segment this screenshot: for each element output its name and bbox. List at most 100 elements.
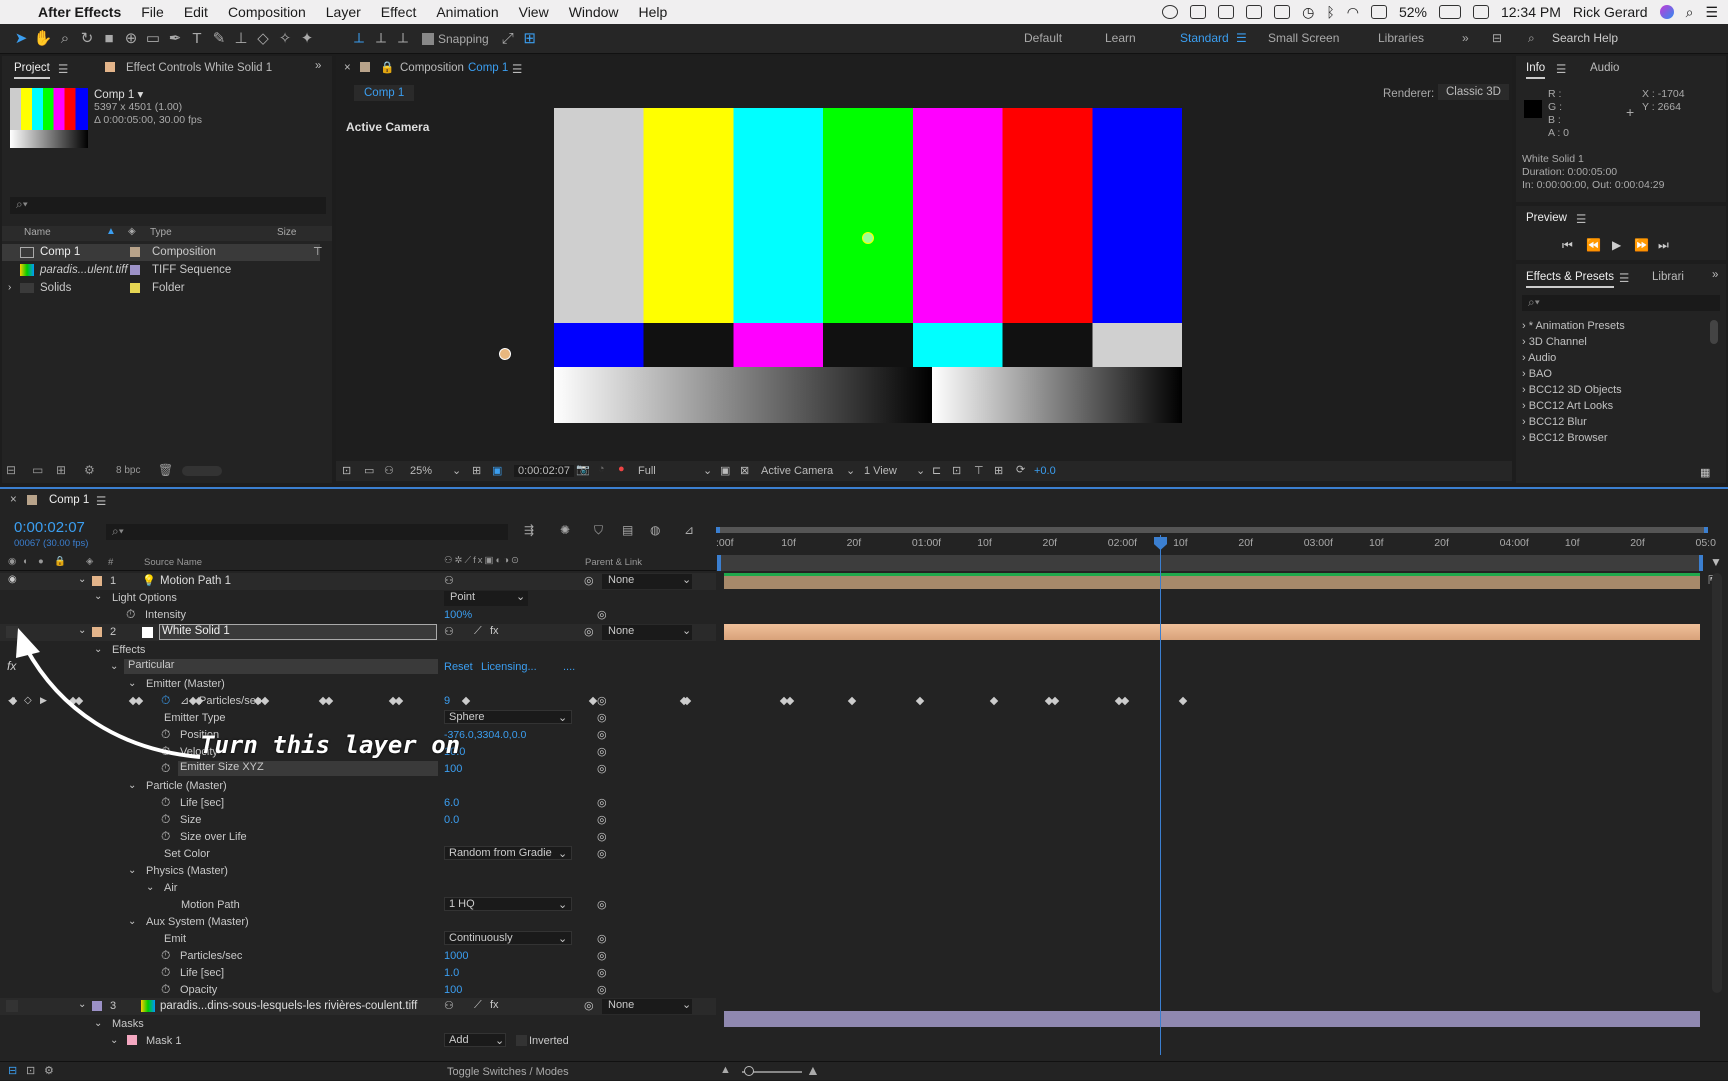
col-size[interactable]: Size xyxy=(277,227,296,238)
workspace-menu-icon[interactable]: ☰ xyxy=(1236,31,1247,45)
work-area-range[interactable] xyxy=(717,555,1703,571)
size-property[interactable]: ⏱ Size 0.0 ◎ xyxy=(0,811,716,828)
menu-edit[interactable]: Edit xyxy=(184,4,208,20)
adjust-settings-icon[interactable]: ⚙ xyxy=(84,463,95,477)
track-layer-3[interactable] xyxy=(724,1011,1700,1027)
intensity-value[interactable]: 100% xyxy=(444,609,472,621)
new-folder-icon[interactable]: ▭ xyxy=(32,463,43,477)
new-bin-icon[interactable]: ▦ xyxy=(1700,466,1710,479)
collapse-icon[interactable]: ⌄ xyxy=(128,780,136,791)
camera-chevron-icon[interactable]: ⌄ xyxy=(846,464,855,477)
pick-whip-icon[interactable]: ◎ xyxy=(597,762,607,775)
next-frame-icon[interactable]: ⏩ xyxy=(1634,238,1649,252)
show-snapshot-icon[interactable]: ◔ xyxy=(598,463,605,475)
col-source-name[interactable]: Source Name xyxy=(144,557,202,568)
close-timeline-icon[interactable]: × xyxy=(10,494,17,506)
time-machine-icon[interactable]: ◷ xyxy=(1302,4,1314,21)
fast-previews-icon[interactable]: ▣ xyxy=(720,464,730,477)
rotation-tool-icon[interactable]: ↻ xyxy=(76,29,98,49)
work-area-bar[interactable] xyxy=(716,527,1708,533)
composition-tab-name[interactable]: Comp 1 xyxy=(468,62,508,74)
work-area-end-icon[interactable]: ▼ xyxy=(1710,555,1722,569)
physics-group[interactable]: ⌄ Physics (Master) xyxy=(0,862,716,879)
col-name[interactable]: Name xyxy=(24,227,51,238)
roto-brush-tool-icon[interactable]: ✧ xyxy=(274,29,296,49)
renderer-button[interactable]: Classic 3D xyxy=(1438,84,1509,100)
current-time-indicator[interactable] xyxy=(1160,535,1161,1055)
fx-switch-icon[interactable]: fx xyxy=(490,999,499,1011)
effects-item[interactable]: › BCC12 Browser xyxy=(1522,430,1608,446)
timeline-icon[interactable]: ⊤ xyxy=(974,464,984,477)
zoom-out-icon[interactable]: ▲ xyxy=(720,1064,731,1076)
comp-panel-menu-icon[interactable]: ☰ xyxy=(512,62,522,76)
motion-blur-icon[interactable]: ◍ xyxy=(650,523,660,537)
tab-effects-presets[interactable]: Effects & Presets xyxy=(1526,271,1614,288)
keyframe-icon[interactable] xyxy=(1050,696,1060,706)
local-axis-icon[interactable]: ⟂ xyxy=(348,29,370,49)
pick-whip-icon[interactable]: ◎ xyxy=(597,932,607,945)
label-col-icon[interactable]: ◈ xyxy=(128,226,136,237)
toggle-switches-modes-button[interactable]: Toggle Switches / Modes xyxy=(447,1066,569,1078)
masks-group[interactable]: ⌄ Masks xyxy=(0,1015,716,1032)
draft-3d-icon[interactable]: ✺ xyxy=(560,523,570,537)
keyframe-icon[interactable] xyxy=(989,696,999,706)
zoom-in-icon[interactable]: ▲ xyxy=(806,1062,820,1078)
camera-view-dropdown[interactable]: Active Camera xyxy=(761,465,833,477)
zoom-tool-icon[interactable]: ⌕ xyxy=(54,29,76,49)
set-color-dropdown[interactable]: Random from Gradie xyxy=(444,846,572,860)
comp-sub-tab[interactable]: Comp 1 xyxy=(354,85,415,101)
motion-path-property[interactable]: Motion Path 1 HQ ⌄ ◎ xyxy=(0,896,716,913)
play-icon[interactable]: ▶ xyxy=(1612,238,1621,252)
lock-icon[interactable]: 🔒 xyxy=(380,60,394,74)
notification-center-icon[interactable]: ☰ xyxy=(1705,4,1718,21)
region-icon[interactable]: ▭ xyxy=(364,464,374,477)
label-swatch[interactable] xyxy=(130,247,140,257)
app-status-icon[interactable] xyxy=(1218,5,1235,19)
effects-search-input[interactable]: ⌕▾ xyxy=(1522,295,1720,311)
keyframe-icon[interactable] xyxy=(847,696,857,706)
size-value[interactable]: 0.0 xyxy=(444,814,459,826)
tab-project[interactable]: Project xyxy=(14,62,50,79)
pick-whip-icon[interactable]: ◎ xyxy=(597,694,607,707)
layer-row-3[interactable]: ⌄ 3 paradis...dins-sous-lesquels-les riv… xyxy=(0,998,716,1015)
menu-composition[interactable]: Composition xyxy=(228,4,306,20)
timeline-search-input[interactable]: ⌕▾ xyxy=(106,524,508,540)
pick-whip-icon[interactable]: ◎ xyxy=(597,608,607,621)
battery-icon[interactable] xyxy=(1438,5,1461,19)
inverted-checkbox[interactable] xyxy=(516,1035,527,1046)
tab-effect-controls[interactable]: Effect Controls White Solid 1 xyxy=(126,62,272,74)
aux-life-property[interactable]: ⏱ Life [sec] 1.0 ◎ xyxy=(0,964,716,981)
layer-name[interactable]: paradis...dins-sous-lesquels-les rivière… xyxy=(160,1000,417,1012)
reset-link[interactable]: Reset xyxy=(444,661,473,673)
effects-item[interactable]: › BCC12 3D Objects xyxy=(1522,382,1622,398)
particle-group[interactable]: ⌄ Particle (Master) xyxy=(0,777,716,794)
zoom-dropdown[interactable]: 25% xyxy=(410,465,432,477)
aux-particles-sec-property[interactable]: ⏱ Particles/sec 1000 ◎ xyxy=(0,947,716,964)
menu-file[interactable]: File xyxy=(141,4,164,20)
toggle-pixel-aspect-icon[interactable]: ⊏ xyxy=(932,464,941,477)
effects-item[interactable]: › BCC12 Blur xyxy=(1522,414,1587,430)
effects-item[interactable]: › * Animation Presets xyxy=(1522,318,1625,334)
menu-animation[interactable]: Animation xyxy=(436,4,498,20)
opacity-property[interactable]: ⏱ Opacity 100 ◎ xyxy=(0,981,716,998)
col-type[interactable]: Type xyxy=(150,227,172,238)
effects-item[interactable]: › BCC12 Art Looks xyxy=(1522,398,1613,414)
comp-mini-flowchart-icon[interactable]: ⇶ xyxy=(524,523,534,537)
stopwatch-icon[interactable]: ⏱ xyxy=(161,829,170,844)
siri-icon[interactable] xyxy=(1659,5,1674,19)
graph-editor-icon[interactable]: ⊿ xyxy=(684,523,694,537)
anchor-point-icon[interactable] xyxy=(862,232,874,244)
pick-whip-icon[interactable]: ◎ xyxy=(584,625,594,638)
keyframe-icon[interactable] xyxy=(1120,696,1130,706)
visibility-toggle-off[interactable] xyxy=(6,1000,18,1012)
aux-life-value[interactable]: 1.0 xyxy=(444,967,459,979)
workspace-default[interactable]: Default xyxy=(1024,31,1062,45)
collapse-icon[interactable]: ⌄ xyxy=(128,865,136,876)
dropbox-icon[interactable] xyxy=(1190,5,1207,19)
collapse-icon[interactable]: ⌄ xyxy=(110,1035,118,1046)
new-comp-icon[interactable]: ⊞ xyxy=(56,463,66,477)
pick-whip-icon[interactable]: ◎ xyxy=(597,983,607,996)
channel-icon[interactable]: ● xyxy=(618,463,625,475)
tab-audio[interactable]: Audio xyxy=(1590,62,1619,74)
parent-dropdown[interactable]: None xyxy=(602,999,692,1014)
